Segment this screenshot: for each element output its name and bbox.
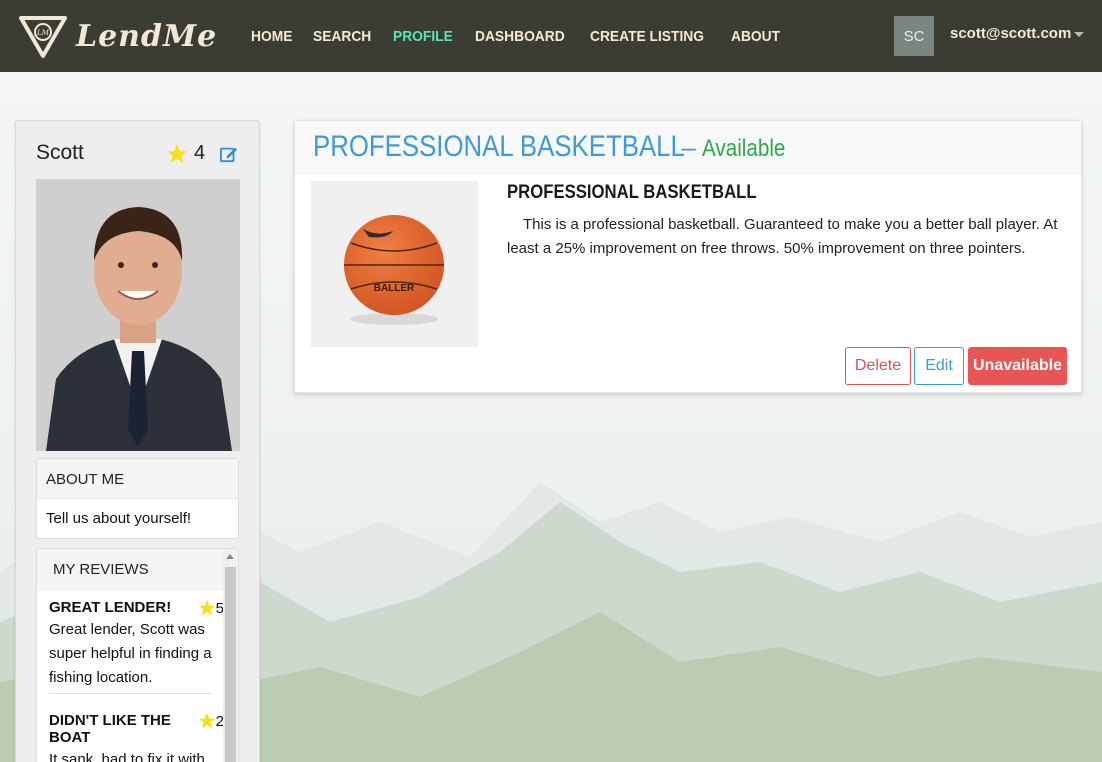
review-item: GREAT LENDER! 5 Great lender, Scott was … [49,599,224,690]
profile-rating: 4 [166,142,205,165]
nav-home[interactable]: HOME [251,28,292,45]
item-image: BALLER [311,181,478,347]
star-icon [198,599,215,616]
about-me-text: Tell us about yourself! [46,510,192,527]
item-name: PROFESSIONAL BASKETBALL [507,182,757,203]
person-portrait [36,179,240,451]
star-icon [166,143,188,163]
review-title: DIDN'T LIKE THE BOAT [49,712,171,746]
rating-value: 4 [194,142,206,164]
about-me-card: ABOUT ME Tell us about yourself! [36,458,239,539]
review-divider [49,693,211,694]
listing-status: Available [701,135,786,162]
user-email[interactable]: scott@scott.com [950,25,1071,42]
review-title: GREAT LENDER! [49,599,172,616]
my-reviews-card: MY REVIEWS GREAT LENDER! 5 Great lender,… [36,548,239,762]
edit-button[interactable]: Edit [914,347,964,385]
item-description: This is a professional basketball. Guara… [507,216,1058,257]
profile-photo [36,179,240,451]
review-rating: 2 [198,712,224,730]
scroll-up-icon[interactable] [226,554,234,559]
unavailable-button[interactable]: Unavailable [968,347,1067,385]
review-item: DIDN'T LIKE THE BOAT 2 It sank, had to f… [49,712,224,762]
delete-button[interactable]: Delete [845,347,911,385]
nav-about[interactable]: ABOUT [731,28,780,45]
my-reviews-header: MY REVIEWS [37,549,238,591]
chevron-down-icon[interactable] [1074,32,1084,37]
profile-name: Scott [36,141,84,164]
listing-title: PROFESSIONAL BASKETBALL [313,130,685,163]
listing-card: PROFESSIONAL BASKETBALL – Available BALL… [294,120,1082,393]
review-text: It sank, had to fix it with [49,751,205,762]
listing-header: PROFESSIONAL BASKETBALL – Available [295,121,1081,174]
svg-text:LM: LM [36,29,50,37]
reviews-scrollbar[interactable] [223,549,238,762]
nav-search[interactable]: SEARCH [313,28,371,45]
profile-sidebar: Scott 4 ABOUT ME Tell us about yourself!… [15,120,260,762]
basketball-image: BALLER [344,215,444,325]
triangle-logo-icon: LM [19,16,67,58]
edit-icon[interactable] [220,145,238,163]
scrollbar-thumb[interactable] [225,567,236,762]
top-navbar: LM LendMe HOME SEARCH PROFILE DASHBOARD … [0,0,1102,72]
brand-logo[interactable]: LM LendMe [18,14,217,58]
review-rating: 5 [198,599,224,617]
svg-text:BALLER: BALLER [374,283,415,294]
star-icon [198,712,215,729]
nav-dashboard[interactable]: DASHBOARD [475,28,565,45]
nav-create-listing[interactable]: CREATE LISTING [590,28,704,45]
review-text: Great lender, Scott was super helpful in… [49,621,212,686]
nav-profile[interactable]: PROFILE [393,28,453,45]
nav-links: HOME SEARCH PROFILE DASHBOARD CREATE LIS… [251,28,801,45]
about-me-header: ABOUT ME [37,459,238,499]
brand-name: LendMe [76,18,218,54]
user-avatar[interactable]: SC [894,16,934,56]
